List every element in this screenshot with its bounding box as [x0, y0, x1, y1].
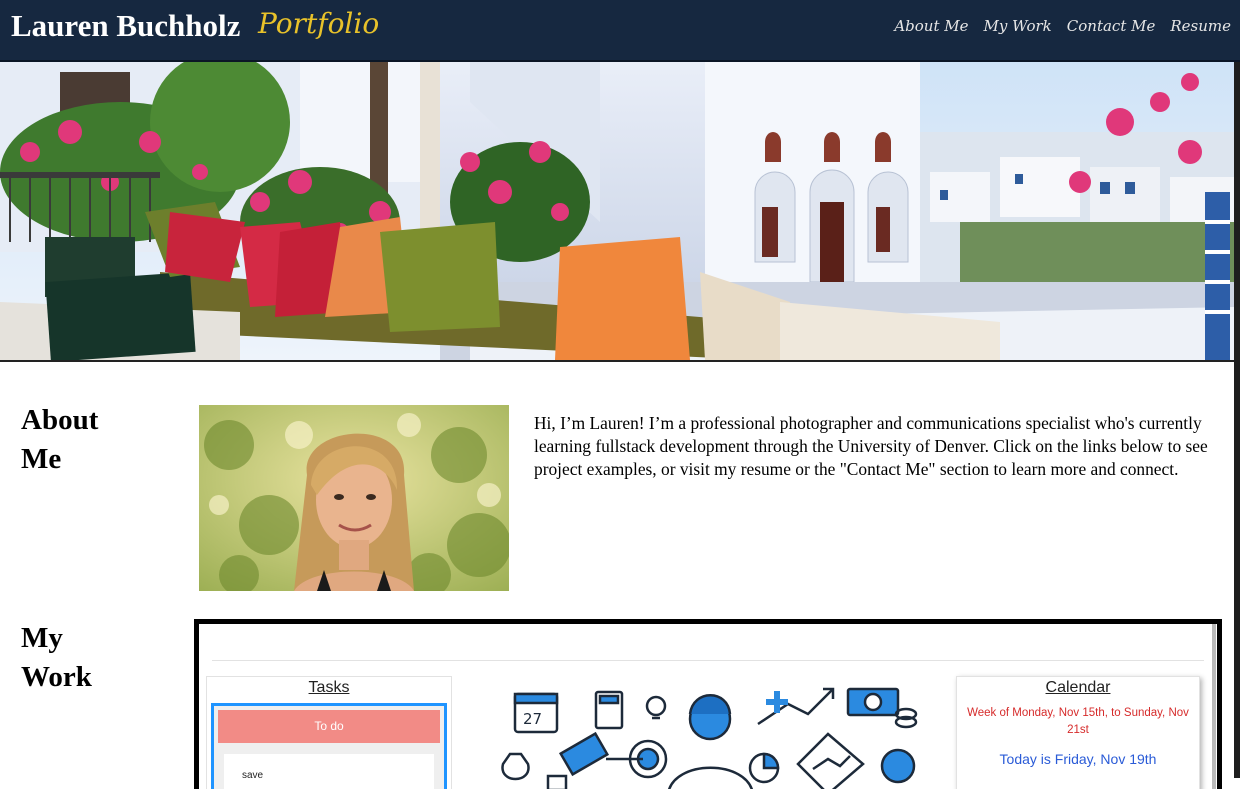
todo-header: To do — [218, 710, 440, 743]
divider — [212, 660, 1204, 661]
tasks-panel: Tasks To do save — [206, 676, 452, 789]
todo-column: To do save — [211, 703, 447, 789]
about-heading-line2: Me — [21, 443, 62, 475]
nav-link-resume[interactable]: Resume — [1170, 17, 1231, 35]
tasks-title: Tasks — [308, 679, 350, 696]
profile-photo — [199, 405, 509, 591]
work-heading: My Work — [21, 619, 141, 697]
nav-link-about-me[interactable]: About Me — [894, 17, 968, 35]
page-edge — [1234, 62, 1240, 778]
project-preview-link[interactable]: Tasks To do save 27 Calendar Week of Mon… — [194, 619, 1222, 789]
site-title[interactable]: Lauren Buchholz — [11, 8, 240, 44]
calendar-title: Calendar — [1045, 679, 1111, 696]
nav-link-my-work[interactable]: My Work — [983, 17, 1051, 35]
about-heading: About Me — [21, 401, 141, 479]
work-heading-line1: My — [21, 622, 63, 654]
main-nav: About Me My Work Contact Me Resume — [883, 17, 1231, 36]
svg-text:27: 27 — [523, 710, 542, 728]
work-heading-line2: Work — [21, 661, 92, 693]
nav-link-contact-me[interactable]: Contact Me — [1067, 17, 1156, 35]
calendar-panel: Calendar Week of Monday, Nov 15th, to Su… — [956, 676, 1200, 789]
calendar-week-range: Week of Monday, Nov 15th, to Sunday, Nov… — [967, 707, 1189, 736]
business-illustration: 27 — [488, 684, 918, 789]
site-header: Lauren Buchholz Portfolio About Me My Wo… — [0, 0, 1240, 62]
project-screenshot: Tasks To do save 27 Calendar Week of Mon… — [204, 624, 1216, 789]
task-text: save — [242, 770, 264, 781]
about-description: Hi, I’m Lauren! I’m a professional photo… — [534, 413, 1208, 479]
site-subtitle: Portfolio — [258, 7, 380, 40]
task-card: save — [224, 754, 434, 789]
about-heading-line1: About — [21, 404, 99, 436]
calendar-today: Today is Friday, Nov 19th — [999, 751, 1157, 767]
hero-image — [0, 62, 1234, 362]
calendar-icon: 27 — [513, 692, 559, 734]
